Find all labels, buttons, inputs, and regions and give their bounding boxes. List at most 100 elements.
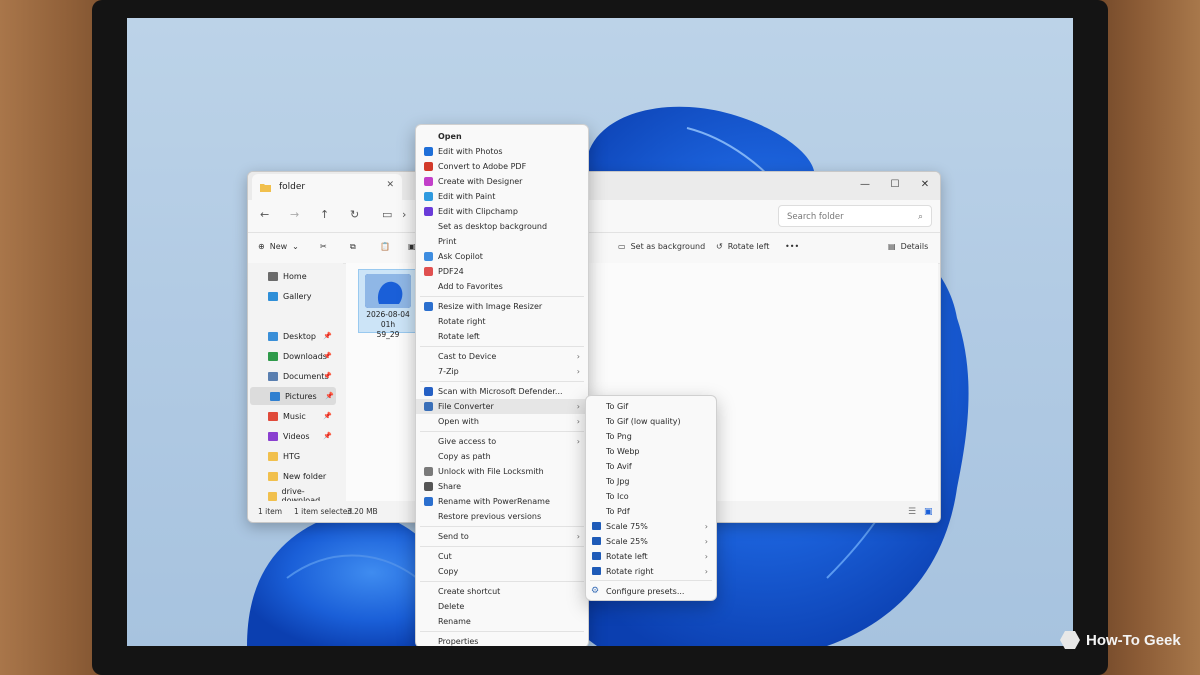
- menu-item-share[interactable]: Share: [416, 479, 588, 494]
- image-resizer-icon: [424, 302, 433, 311]
- chevron-right-icon: ›: [576, 437, 580, 446]
- more-options-icon[interactable]: •••: [785, 242, 799, 251]
- menu-item-copy[interactable]: Copy: [416, 564, 588, 579]
- back-icon[interactable]: ←: [260, 208, 269, 221]
- menu-item-cast-to-device[interactable]: Cast to Device ›: [416, 349, 588, 364]
- tab-close-icon[interactable]: ✕: [386, 180, 394, 190]
- folder-icon: [260, 183, 271, 192]
- sidebar-item-gallery[interactable]: Gallery: [248, 287, 334, 305]
- menu-item-restore-previous-versions[interactable]: Restore previous versions: [416, 509, 588, 524]
- menu-item-label: Share: [438, 482, 462, 491]
- menu-separator: [420, 346, 584, 347]
- menu-item-copy-as-path[interactable]: Copy as path: [416, 449, 588, 464]
- submenu-item-to-gif[interactable]: To Gif: [586, 399, 716, 414]
- menu-item-label: 7-Zip: [438, 367, 459, 376]
- desktop-screen: folder ✕ — ☐ ✕ ← → ↑ ↻ ▭ › Search folder…: [127, 18, 1073, 646]
- pdf24-icon: [424, 267, 433, 276]
- set-as-background-button[interactable]: ▭ Set as background: [618, 242, 705, 251]
- menu-item-rename-with-powerrename[interactable]: Rename with PowerRename: [416, 494, 588, 509]
- menu-item-edit-with-clipchamp[interactable]: Edit with Clipchamp: [416, 204, 588, 219]
- maximize-icon[interactable]: ☐: [880, 172, 910, 200]
- menu-item-ask-copilot[interactable]: Ask Copilot: [416, 249, 588, 264]
- sidebar-item-new-folder[interactable]: New folder: [248, 467, 334, 485]
- submenu-item-to-ico[interactable]: To Ico: [586, 489, 716, 504]
- menu-item-delete[interactable]: Delete: [416, 599, 588, 614]
- menu-item-rename[interactable]: Rename: [416, 614, 588, 629]
- file-item[interactable]: 2026-08-04 01h 59_29: [358, 269, 418, 339]
- menu-item-properties[interactable]: Properties: [416, 634, 588, 646]
- sidebar-item-htg[interactable]: HTG: [248, 447, 334, 465]
- sidebar-item-videos[interactable]: Videos 📌: [248, 427, 334, 445]
- pin-icon: 📌: [323, 412, 332, 420]
- menu-item-open-with[interactable]: Open with ›: [416, 414, 588, 429]
- sidebar-item-desktop[interactable]: Desktop 📌: [248, 327, 334, 345]
- submenu-item-scale-75[interactable]: Scale 75% ›: [586, 519, 716, 534]
- search-input[interactable]: Search folder ⌕: [778, 205, 932, 227]
- paste-icon[interactable]: 📋: [380, 242, 390, 251]
- menu-item-create-shortcut[interactable]: Create shortcut: [416, 584, 588, 599]
- sidebar-item-downloads[interactable]: Downloads 📌: [248, 347, 334, 365]
- rotate-left-button[interactable]: ↺ Rotate left: [716, 242, 769, 251]
- close-icon[interactable]: ✕: [910, 172, 940, 200]
- menu-item-create-with-designer[interactable]: Create with Designer: [416, 174, 588, 189]
- menu-item-scan-with-microsoft-defender[interactable]: Scan with Microsoft Defender...: [416, 384, 588, 399]
- chevron-right-icon[interactable]: ›: [402, 208, 406, 221]
- menu-item-convert-to-adobe-pdf[interactable]: Convert to Adobe PDF: [416, 159, 588, 174]
- sidebar-item-label: Gallery: [283, 291, 312, 301]
- submenu-item-to-avif[interactable]: To Avif: [586, 459, 716, 474]
- menu-item-label: Rotate left: [438, 332, 480, 341]
- menu-item-pdf24[interactable]: PDF24: [416, 264, 588, 279]
- forward-icon[interactable]: →: [290, 208, 299, 221]
- menu-item-label: Properties: [438, 637, 479, 646]
- submenu-item-rotate-left[interactable]: Rotate left ›: [586, 549, 716, 564]
- menu-item-set-as-desktop-background[interactable]: Set as desktop background: [416, 219, 588, 234]
- minimize-icon[interactable]: —: [850, 172, 880, 200]
- sidebar-item-documents[interactable]: Documents 📌: [248, 367, 334, 385]
- up-icon[interactable]: ↑: [320, 208, 329, 221]
- sidebar-item-pictures[interactable]: Pictures 📌: [250, 387, 336, 405]
- pin-icon: 📌: [323, 432, 332, 440]
- refresh-icon[interactable]: ↻: [350, 208, 359, 221]
- navigation-pane: Home Gallery Desktop 📌 Downloads 📌 Documents 📌 P…: [248, 263, 343, 505]
- details-button[interactable]: ▤ Details: [888, 242, 928, 251]
- sidebar-item-label: New folder: [283, 471, 327, 481]
- menu-item-send-to[interactable]: Send to ›: [416, 529, 588, 544]
- menu-item-unlock-with-file-locksmith[interactable]: Unlock with File Locksmith: [416, 464, 588, 479]
- submenu-item-rotate-right[interactable]: Rotate right ›: [586, 564, 716, 579]
- menu-item-rotate-right[interactable]: Rotate right: [416, 314, 588, 329]
- submenu-item-scale-25[interactable]: Scale 25% ›: [586, 534, 716, 549]
- menu-item-rotate-left[interactable]: Rotate left: [416, 329, 588, 344]
- menu-item-add-to-favorites[interactable]: Add to Favorites: [416, 279, 588, 294]
- submenu-item-configure-presets[interactable]: ⚙ Configure presets...: [586, 584, 716, 599]
- selection-count: 1 item selected: [294, 507, 353, 516]
- menu-item-print[interactable]: Print: [416, 234, 588, 249]
- cut-icon[interactable]: ✂: [320, 242, 327, 251]
- submenu-item-to-png[interactable]: To Png: [586, 429, 716, 444]
- menu-item-label: Rename with PowerRename: [438, 497, 550, 506]
- menu-item-open[interactable]: Open: [416, 129, 588, 144]
- submenu-item-to-pdf[interactable]: To Pdf: [586, 504, 716, 519]
- share-icon: [424, 482, 433, 491]
- submenu-item-to-webp[interactable]: To Webp: [586, 444, 716, 459]
- sidebar-item-music[interactable]: Music 📌: [248, 407, 334, 425]
- submenu-item-to-jpg[interactable]: To Jpg: [586, 474, 716, 489]
- menu-item-file-converter[interactable]: File Converter ›: [416, 399, 588, 414]
- tab-folder[interactable]: folder ✕: [252, 174, 402, 200]
- list-view-icon[interactable]: ☰: [908, 507, 916, 517]
- menu-item-7-zip[interactable]: 7-Zip ›: [416, 364, 588, 379]
- menu-item-edit-with-photos[interactable]: Edit with Photos: [416, 144, 588, 159]
- menu-item-cut[interactable]: Cut: [416, 549, 588, 564]
- music-icon: [268, 411, 278, 421]
- sidebar-item-home[interactable]: Home: [248, 267, 334, 285]
- menu-item-give-access-to[interactable]: Give access to ›: [416, 434, 588, 449]
- menu-item-resize-with-image-resizer[interactable]: Resize with Image Resizer: [416, 299, 588, 314]
- new-button[interactable]: ⊕ New ⌄: [258, 242, 299, 251]
- copy-icon[interactable]: ⧉: [350, 242, 356, 252]
- menu-item-label: File Converter: [438, 402, 494, 411]
- tiles-view-icon[interactable]: ▣: [924, 507, 933, 517]
- monitor-icon[interactable]: ▭: [382, 208, 392, 221]
- menu-item-edit-with-paint[interactable]: Edit with Paint: [416, 189, 588, 204]
- menu-item-label: Copy as path: [438, 452, 491, 461]
- menu-item-label: Ask Copilot: [438, 252, 483, 261]
- submenu-item-to-gif-low-quality[interactable]: To Gif (low quality): [586, 414, 716, 429]
